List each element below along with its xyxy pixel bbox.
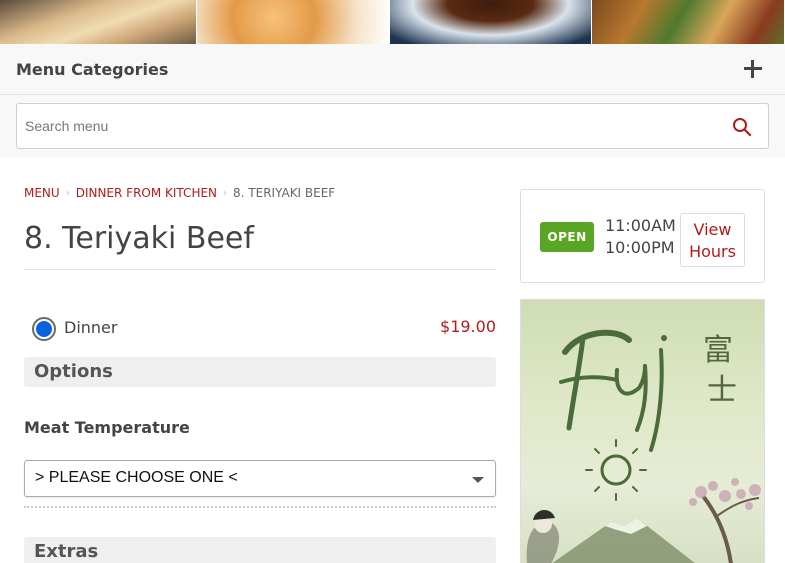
price: $19.00 <box>440 317 496 336</box>
breadcrumb: MENU › DINNER FROM KITCHEN › 8. TERIYAKI… <box>24 186 335 200</box>
options-header: Options <box>24 357 496 387</box>
breadcrumb-category-link[interactable]: DINNER FROM KITCHEN <box>76 186 217 200</box>
page-title: 8. Teriyaki Beef <box>24 221 254 256</box>
size-radio-dinner[interactable] <box>32 317 56 341</box>
extras-header: Extras <box>24 537 496 563</box>
search-icon[interactable] <box>732 117 752 137</box>
view-hours-line-1: View <box>693 220 732 239</box>
tempura-photo <box>197 0 390 44</box>
kanji-text: 富 <box>703 333 733 368</box>
options-title: Options <box>34 361 113 382</box>
restaurant-image: 富 士 <box>520 299 765 563</box>
dotted-divider <box>24 506 496 508</box>
chevron-right-icon: › <box>65 187 70 199</box>
banner <box>0 0 785 44</box>
menu-categories-bar[interactable]: Menu Categories <box>0 44 785 95</box>
hours-line-1: 11:00AM - <box>605 216 687 235</box>
search-box <box>16 103 769 149</box>
svg-text:士: 士 <box>707 373 737 408</box>
search-input[interactable] <box>17 104 707 148</box>
chevron-right-icon: › <box>223 187 228 199</box>
extras-title: Extras <box>34 541 99 562</box>
stir-fry-photo <box>592 0 785 44</box>
menu-categories-title: Menu Categories <box>16 60 169 79</box>
fuji-logo-illustration: 富 士 <box>526 329 761 563</box>
view-hours-line-2: Hours <box>689 242 736 261</box>
plus-icon[interactable] <box>742 58 764 80</box>
meat-temperature-select[interactable]: > PLEASE CHOOSE ONE < <box>24 460 496 497</box>
sauce-photo <box>390 0 592 44</box>
divider <box>24 269 496 270</box>
hours-card: OPEN 11:00AM - 10:00PM View Hours <box>520 189 765 283</box>
size-label: Dinner <box>64 318 118 337</box>
hours-text: 11:00AM - 10:00PM <box>605 215 687 259</box>
hours-line-2: 10:00PM <box>605 238 675 257</box>
status-badge: OPEN <box>540 222 594 252</box>
meat-temperature-label: Meat Temperature <box>24 418 190 437</box>
select-value: > PLEASE CHOOSE ONE < <box>35 469 238 486</box>
search-section <box>0 95 785 157</box>
breadcrumb-current: 8. TERIYAKI BEEF <box>233 186 336 200</box>
breadcrumb-menu-link[interactable]: MENU <box>24 186 60 200</box>
view-hours-button[interactable]: View Hours <box>680 213 745 267</box>
radio-selected-dot <box>36 321 52 337</box>
dumplings-photo <box>0 0 197 44</box>
chevron-down-icon <box>472 477 484 483</box>
